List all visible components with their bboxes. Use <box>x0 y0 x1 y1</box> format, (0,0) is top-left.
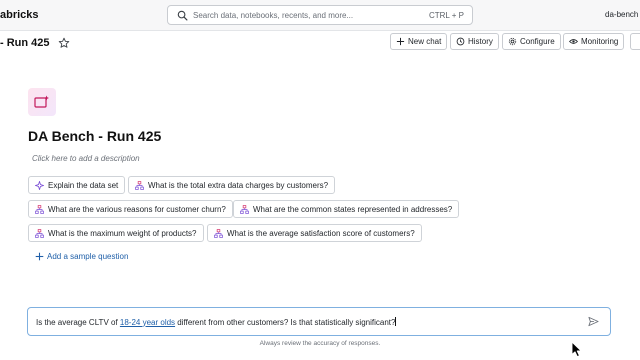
search-input[interactable]: Search data, notebooks, recents, and mor… <box>193 11 429 20</box>
suggestion-label: Explain the data set <box>48 180 119 190</box>
gear-icon <box>508 37 517 46</box>
workspace-switcher[interactable]: da-bench <box>605 10 638 19</box>
plus-icon <box>35 252 44 261</box>
add-sample-label: Add a sample question <box>47 252 129 261</box>
genie-space-icon <box>28 88 56 116</box>
new-chat-label: New chat <box>408 37 442 46</box>
search-shortcut: CTRL + P <box>428 10 464 20</box>
chat-input-link[interactable]: 18-24 year olds <box>120 318 175 327</box>
search-icon <box>171 6 193 24</box>
sparkle-icon <box>35 180 44 190</box>
suggestion-chip[interactable]: What are the various reasons for custome… <box>28 200 233 218</box>
accuracy-disclaimer: Always review the accuracy of responses. <box>259 340 381 347</box>
suggestion-chip[interactable]: What are the common states represented i… <box>233 200 460 218</box>
plus-icon <box>396 37 405 46</box>
history-icon <box>456 37 465 46</box>
star-icon[interactable] <box>58 36 70 48</box>
chat-input-text-end: different from other customers? Is that … <box>175 317 396 327</box>
configure-label: Configure <box>520 37 555 46</box>
chat-input[interactable]: Is the average CLTV of 18-24 year olds d… <box>27 307 611 336</box>
send-icon[interactable] <box>586 315 600 329</box>
space-title: DA Bench - Run 425 <box>28 128 162 144</box>
suggestion-label: What is the average satisfaction score o… <box>227 228 415 238</box>
hierarchy-icon <box>214 228 223 238</box>
suggestion-chip[interactable]: What is the average satisfaction score o… <box>207 224 422 242</box>
suggestion-chip[interactable]: What is the maximum weight of products? <box>28 224 204 242</box>
page-title: - Run 425 <box>0 37 50 49</box>
global-search[interactable]: Search data, notebooks, recents, and mor… <box>167 5 473 25</box>
monitoring-button[interactable]: Monitoring <box>563 33 625 50</box>
suggestion-chip[interactable]: Explain the data set <box>28 176 126 194</box>
chat-input-text[interactable]: Is the average CLTV of 18-24 year olds d… <box>36 316 586 327</box>
hierarchy-icon <box>135 180 144 190</box>
text-caret <box>395 316 397 326</box>
description-field[interactable]: Click here to add a description <box>32 154 140 163</box>
history-label: History <box>468 37 493 46</box>
configure-button[interactable]: Configure <box>502 33 561 50</box>
new-chat-button[interactable]: New chat <box>390 33 448 50</box>
suggestion-label: What are the various reasons for custome… <box>48 204 226 214</box>
suggestion-chip[interactable]: What is the total extra data charges by … <box>128 176 336 194</box>
top-bar: abricks Search data, notebooks, recents,… <box>0 0 640 31</box>
suggestion-label: What is the total extra data charges by … <box>148 180 329 190</box>
suggestion-label: What is the maximum weight of products? <box>48 228 197 238</box>
more-toolbar-button[interactable] <box>630 33 640 50</box>
add-sample-question-button[interactable]: Add a sample question <box>35 252 128 261</box>
suggestion-label: What are the common states represented i… <box>253 204 453 214</box>
history-button[interactable]: History <box>450 33 499 50</box>
hierarchy-icon <box>35 204 44 214</box>
eye-icon <box>569 39 578 44</box>
hierarchy-icon <box>240 204 249 214</box>
chat-input-text-start: Is the average CLTV of <box>36 317 120 327</box>
hierarchy-icon <box>35 228 44 238</box>
mouse-cursor-icon <box>571 341 582 358</box>
monitoring-label: Monitoring <box>581 37 619 46</box>
brand-logo-text[interactable]: abricks <box>0 9 39 21</box>
